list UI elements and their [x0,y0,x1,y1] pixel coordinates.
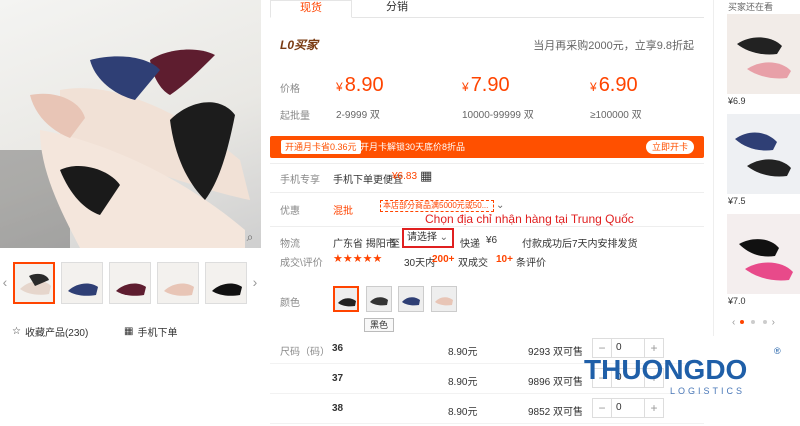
discount-tag: 混批 [333,206,353,217]
rec-item-1-image[interactable] [727,14,800,94]
thumbnail-2[interactable] [61,262,103,304]
qr-icon: ▦ [124,326,134,337]
reviews-suffix: 条评价 [516,258,546,269]
tab-bar: 现货 分销 [270,0,704,18]
address-select-value: 请选择 [407,232,437,243]
chevron-left-icon[interactable]: ‹ [0,272,10,292]
qty-range-1: 2-9999 双 [336,110,380,121]
deals-count[interactable]: 200+ [432,254,455,265]
reviews-count[interactable]: 10+ [496,254,513,265]
tab-distribution[interactable]: 分销 [356,0,438,18]
qty-label: 起批量 [280,111,310,122]
chevron-right-icon[interactable]: › [250,272,260,292]
color-tooltip: 黑色 [364,318,395,332]
color-swatch-black[interactable] [333,286,359,312]
thumbnail-1[interactable] [13,262,55,304]
rec-item-3-price: ¥7.0 [728,296,746,306]
page-dot[interactable] [740,320,745,325]
watermark-reg: ® [774,346,781,356]
ship-to-label: 至 [390,239,400,250]
annotation-text: Chọn địa chỉ nhận hàng tại Trung Quốc [425,212,634,226]
mobile-saving: ¥6.83 [392,171,418,182]
watermark-sub: LOGISTICS [670,386,746,396]
size-stock: 9293 双可售 [528,347,584,358]
watermark-main: THUONGDO [584,354,748,385]
mobile-exclusive-row: 手机专享 手机下单更便宜 ¥6.83 ▦ [270,163,704,189]
shipping-label: 物流 [280,239,300,250]
qty-range-3: ≥100000 双 [590,110,642,121]
price-tier-1: ¥8.90 [336,74,384,96]
rec-item-3-image[interactable] [727,214,800,294]
store-brand[interactable]: L0买家 [280,36,318,53]
card-savings-tag: 开通月卡省0.36元 [281,140,361,154]
ship-note: 付款成功后7天内安排发货 [522,239,638,250]
star-icon: ☆ [12,326,21,337]
repurchase-promo: 当月再采购2000元，立享9.8折起 [533,40,694,52]
price-label: 价格 [280,84,300,95]
thumbnail-4[interactable] [157,262,199,304]
size-stock: 9852 双可售 [528,407,584,418]
price-tier-3: ¥6.90 [590,74,638,96]
main-product-image[interactable]: ⌕ [0,0,261,248]
color-swatch-nude[interactable] [431,286,457,312]
price-section: 价格 起批量 ¥8.90 2-9999 双 ¥7.90 10000-99999 … [270,62,704,128]
thumbnail-5[interactable] [205,262,247,304]
deals-prefix: 30天内 [404,258,436,269]
mobile-order-button[interactable]: ▦ 手机下单 [124,324,177,339]
size-price: 8.90元 [448,407,478,418]
mobile-order-label: 手机下单 [137,328,178,339]
rec-item-2-price: ¥7.5 [728,196,746,206]
chevron-right-icon[interactable]: › [772,317,775,328]
mobile-label: 手机专享 [280,175,320,186]
size-price: 8.90元 [448,347,478,358]
tab-spot[interactable]: 现货 [270,0,352,18]
chevron-down-icon[interactable]: ⌄ [496,200,504,211]
monthly-card-bar: 开通月卡省0.36元 开月卡解锁30天底价8折品 立即开卡 [270,136,704,158]
size-value: 38 [332,403,344,414]
favorite-label: 收藏产品(230) [24,328,89,339]
price-tier-2: ¥7.90 [462,74,510,96]
size-stock: 9896 双可售 [528,377,584,388]
ship-method: 快递 [460,239,480,250]
coupon-tag[interactable]: 本店部分商品满5000元或50... [380,200,494,212]
chevron-down-icon: ⌄ [439,232,448,243]
star-rating: ★★★★★ [333,253,383,265]
address-select[interactable]: 请选择 ⌄ [402,228,454,248]
ship-fee: ¥6 [486,235,498,246]
size-value: 36 [332,343,344,354]
page-dot[interactable] [762,320,767,325]
shipping-row: 物流 广东省 揭阳市 至 快递 ¥6 付款成功后7天内安排发货 [270,226,704,250]
recommendations-panel: 买家还在看 ¥6.9 ¥7.5 ¥7.0 ‹ › [713,0,800,336]
favorite-button[interactable]: ☆ 收藏产品(230) [12,324,88,339]
ship-from: 广东省 揭阳市 [333,239,396,250]
thuongdo-watermark: THUONGDO LOGISTICS ® [578,340,800,402]
zoom-icon[interactable]: ⌕ [243,230,257,244]
reviews-row: 成交\评价 ★★★★★ 30天内 200+ 双成交 10+ 条评价 [270,250,704,270]
page-dot[interactable] [751,320,756,325]
rec-item-2-image[interactable] [727,114,800,194]
color-label: 颜色 [280,298,300,309]
color-swatch-navy[interactable] [398,286,424,312]
open-card-button[interactable]: 立即开卡 [645,140,694,154]
qr-icon[interactable]: ▦ [420,168,432,184]
qty-range-2: 10000-99999 双 [462,110,534,121]
deals-suffix: 双成交 [458,258,488,269]
left-actions: ☆ 收藏产品(230) ▦ 手机下单 [12,324,252,340]
recommendations-title: 买家还在看 [728,2,774,12]
size-price: 8.90元 [448,377,478,388]
thumbnail-strip: ‹ › [0,258,261,308]
size-value: 37 [332,373,344,384]
chevron-left-icon[interactable]: ‹ [732,317,735,328]
rec-item-1-price: ¥6.9 [728,96,746,106]
reviews-label: 成交\评价 [280,258,323,269]
discount-label: 优惠 [280,206,300,217]
card-text: 开月卡解锁30天底价8折品 [360,142,466,152]
thumbnail-3[interactable] [109,262,151,304]
rec-pagination: ‹ › [732,316,800,328]
color-swatch-2[interactable] [366,286,392,312]
